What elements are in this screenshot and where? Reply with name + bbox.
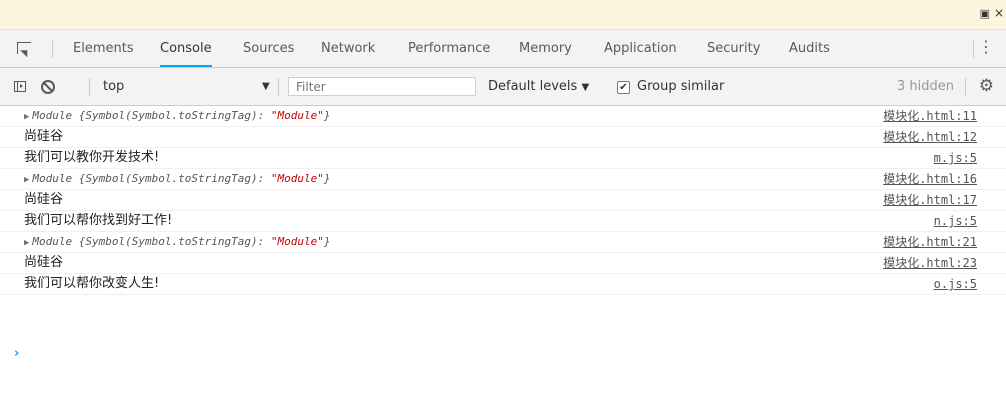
group-similar-checkbox[interactable]: ✔	[617, 81, 630, 94]
log-levels-dropdown[interactable]: Default levels ▼	[488, 68, 589, 106]
devtools-tab-bar: Elements Console Sources Network Perform…	[0, 30, 1006, 68]
source-link[interactable]: 模块化.html:23	[883, 253, 977, 273]
undock-icon[interactable]: ▣	[980, 7, 990, 20]
inspect-element-icon[interactable]	[17, 42, 31, 54]
divider	[965, 78, 966, 96]
tab-console[interactable]: Console	[160, 30, 212, 67]
object-string-value: "Module"	[270, 172, 324, 185]
tab-performance[interactable]: Performance	[408, 30, 490, 67]
message-text: 我们可以帮你找到好工作!	[24, 213, 173, 228]
divider	[278, 78, 279, 96]
clear-console-icon[interactable]	[41, 80, 55, 94]
console-message: 尚硅谷 模块化.html:12	[0, 127, 1006, 148]
object-preview-end: }	[323, 172, 331, 185]
console-message: ▶ Module {Symbol(Symbol.toStringTag): "Mo…	[0, 169, 1006, 190]
console-message: 我们可以帮你找到好工作! n.js:5	[0, 211, 1006, 232]
divider	[52, 40, 53, 58]
tab-elements[interactable]: Elements	[73, 30, 134, 67]
expand-triangle-icon[interactable]: ▶	[24, 112, 29, 122]
source-link[interactable]: 模块化.html:12	[883, 127, 977, 147]
close-icon[interactable]: ×	[994, 6, 1004, 20]
source-link[interactable]: 模块化.html:11	[883, 106, 977, 126]
source-link[interactable]: 模块化.html:21	[883, 232, 977, 252]
expand-triangle-icon[interactable]: ▶	[24, 238, 29, 248]
log-levels-label: Default levels	[488, 79, 578, 94]
divider	[973, 40, 974, 58]
filter-input[interactable]	[288, 77, 476, 96]
devtools-dock-bar: ▣ ×	[0, 0, 1006, 30]
hidden-count: 3 hidden	[897, 79, 954, 94]
object-preview-end: }	[323, 109, 331, 122]
console-message: ▶ Module {Symbol(Symbol.toStringTag): "Mo…	[0, 106, 1006, 127]
message-text: 尚硅谷	[24, 192, 64, 207]
object-preview: Module {Symbol(Symbol.toStringTag):	[32, 109, 271, 122]
console-messages: ▶ Module {Symbol(Symbol.toStringTag): "Mo…	[0, 106, 1006, 295]
dropdown-arrow-icon: ▼	[581, 82, 590, 93]
source-link[interactable]: o.js:5	[934, 274, 977, 294]
object-preview: Module {Symbol(Symbol.toStringTag):	[32, 235, 271, 248]
console-toolbar: top ▼ Default levels ▼ ✔ Group similar 3…	[0, 68, 1006, 106]
module-object[interactable]: ▶ Module {Symbol(Symbol.toStringTag): "Mo…	[24, 169, 330, 190]
expand-triangle-icon[interactable]: ▶	[24, 175, 29, 185]
source-link[interactable]: n.js:5	[934, 211, 977, 231]
tab-sources[interactable]: Sources	[243, 30, 294, 67]
tab-memory[interactable]: Memory	[519, 30, 572, 67]
source-link[interactable]: 模块化.html:17	[883, 190, 977, 210]
console-message: 尚硅谷 模块化.html:23	[0, 253, 1006, 274]
message-text: 尚硅谷	[24, 255, 64, 270]
object-preview: Module {Symbol(Symbol.toStringTag):	[32, 172, 271, 185]
console-message: 我们可以帮你改变人生! o.js:5	[0, 274, 1006, 295]
tab-security[interactable]: Security	[707, 30, 760, 67]
module-object[interactable]: ▶ Module {Symbol(Symbol.toStringTag): "Mo…	[24, 232, 330, 253]
message-text: 我们可以帮你改变人生!	[24, 276, 160, 291]
object-preview-end: }	[323, 235, 331, 248]
console-prompt[interactable]: ›	[14, 346, 19, 361]
console-message: ▶ Module {Symbol(Symbol.toStringTag): "Mo…	[0, 232, 1006, 253]
show-sidebar-icon[interactable]	[14, 81, 26, 92]
message-text: 尚硅谷	[24, 129, 64, 144]
settings-gear-icon[interactable]: ⚙	[979, 76, 994, 96]
object-string-value: "Module"	[270, 235, 324, 248]
console-message: 尚硅谷 模块化.html:17	[0, 190, 1006, 211]
message-text: 我们可以教你开发技术!	[24, 150, 160, 165]
divider	[89, 78, 90, 96]
console-message: 我们可以教你开发技术! m.js:5	[0, 148, 1006, 169]
source-link[interactable]: m.js:5	[934, 148, 977, 168]
module-object[interactable]: ▶ Module {Symbol(Symbol.toStringTag): "Mo…	[24, 106, 330, 127]
group-similar-label[interactable]: Group similar	[637, 68, 724, 105]
tab-network[interactable]: Network	[321, 30, 375, 67]
tab-application[interactable]: Application	[604, 30, 677, 67]
tab-audits[interactable]: Audits	[789, 30, 830, 67]
object-string-value: "Module"	[270, 109, 324, 122]
source-link[interactable]: 模块化.html:16	[883, 169, 977, 189]
dropdown-arrow-icon[interactable]: ▼	[262, 68, 270, 105]
context-selector[interactable]: top	[103, 68, 124, 105]
more-options-icon[interactable]: ⋮	[978, 39, 994, 55]
